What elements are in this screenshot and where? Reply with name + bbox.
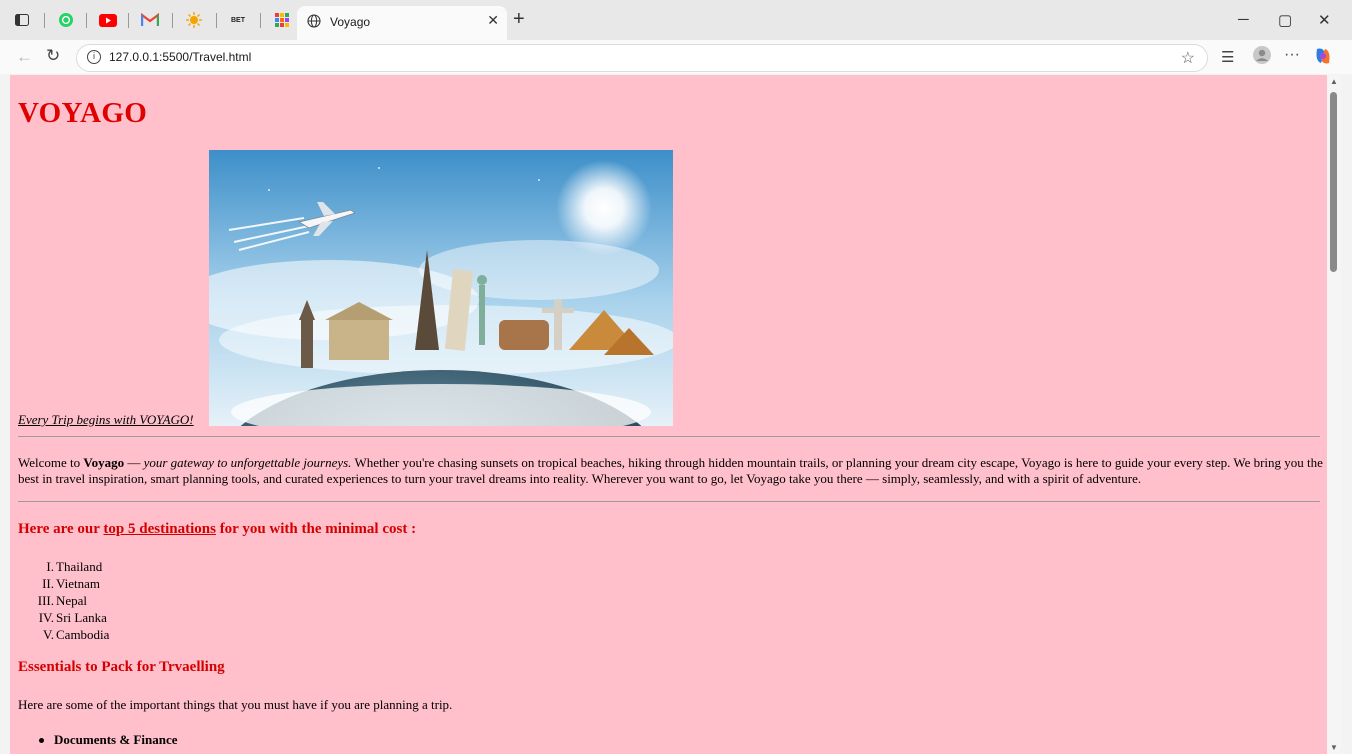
list-item-number: II. xyxy=(42,576,54,591)
page-title: VOYAGO xyxy=(18,97,148,129)
list-item-number: I. xyxy=(46,559,54,574)
top-destinations-link[interactable]: top 5 destinations xyxy=(103,521,216,537)
close-tab-icon[interactable]: ✕ xyxy=(487,12,499,29)
destinations-heading-pre: Here are our xyxy=(18,521,104,537)
more-menu-icon[interactable]: ··· xyxy=(1284,46,1300,64)
globe-icon xyxy=(307,14,321,28)
list-item-name: Sri Lanka xyxy=(56,610,107,625)
copilot-icon[interactable] xyxy=(1313,47,1333,69)
list-item-name: Thailand xyxy=(56,559,103,574)
tab-title: Voyago xyxy=(330,15,371,29)
whatsapp-icon[interactable] xyxy=(56,10,76,30)
divider-top xyxy=(18,436,1320,437)
destinations-heading: Here are our top 5 destinations for you … xyxy=(18,521,416,538)
packing-item-label: Documents & Finance xyxy=(54,732,178,747)
site-info-icon[interactable]: i xyxy=(87,50,101,64)
tab-voyago[interactable]: Voyago ✕ xyxy=(297,6,507,40)
list-item-name: Nepal xyxy=(56,593,88,608)
list-item-number: V. xyxy=(43,627,54,642)
apps-grid-icon[interactable] xyxy=(272,10,292,30)
tab-strip: BET Voyago ✕ + ─ ▢ ✕ xyxy=(0,0,1352,40)
list-item-number: IV. xyxy=(38,610,54,625)
minimize-icon[interactable]: ─ xyxy=(1238,11,1249,28)
address-bar[interactable]: i 127.0.0.1:5500/Travel.html ☆ xyxy=(76,44,1208,72)
maximize-icon[interactable]: ▢ xyxy=(1278,11,1292,29)
bullet-icon xyxy=(39,737,44,743)
sun-icon[interactable] xyxy=(184,10,204,30)
scroll-up-arrow-icon[interactable]: ▲ xyxy=(1330,77,1338,86)
favorites-icon[interactable]: ☰ xyxy=(1221,48,1234,66)
reload-icon[interactable]: ↻ xyxy=(46,46,60,66)
page-viewport: VOYAGO Every Trip begins with VOYAGO! We… xyxy=(10,75,1327,754)
bet-icon[interactable]: BET xyxy=(227,10,249,30)
packing-heading: Essentials to Pack for Trvaelling xyxy=(18,659,225,675)
tagline-link[interactable]: Every Trip begins with VOYAGO! xyxy=(18,412,194,428)
divider-bottom xyxy=(18,501,1320,502)
address-row: ← ↻ i 127.0.0.1:5500/Travel.html ☆ ☰ ··· xyxy=(0,40,1352,74)
list-item-name: Vietnam xyxy=(56,576,100,591)
intro-dash: — xyxy=(124,455,144,470)
list-item-name: Cambodia xyxy=(56,627,110,642)
packing-intro: Here are some of the important things th… xyxy=(18,697,453,712)
scroll-thumb[interactable] xyxy=(1330,92,1337,272)
packing-list-item: Documents & Finance xyxy=(39,732,178,748)
back-arrow-icon[interactable]: ← xyxy=(16,47,33,67)
intro-tagline: your gateway to unforgettable journeys. xyxy=(143,455,352,470)
list-item-number: III. xyxy=(37,593,54,608)
url-text[interactable]: 127.0.0.1:5500/Travel.html xyxy=(109,50,251,64)
hero-image xyxy=(209,150,673,426)
page-scrollbar[interactable]: ▲ ▼ xyxy=(1327,75,1341,754)
intro-brand: Voyago xyxy=(83,455,125,470)
destinations-heading-post: for you with the minimal cost : xyxy=(215,521,417,537)
sidebar-toggle-icon[interactable] xyxy=(12,10,32,30)
scroll-down-arrow-icon[interactable]: ▼ xyxy=(1330,743,1338,752)
bet-icon-label: BET xyxy=(231,16,245,24)
gmail-icon[interactable] xyxy=(140,10,160,30)
favorite-star-icon[interactable]: ☆ xyxy=(1181,48,1195,68)
profile-avatar-icon[interactable] xyxy=(1253,46,1271,68)
close-window-icon[interactable]: ✕ xyxy=(1318,11,1331,29)
new-tab-icon[interactable]: + xyxy=(513,9,525,29)
intro-welcome: Welcome to xyxy=(18,455,84,470)
youtube-icon[interactable] xyxy=(98,10,118,30)
intro-paragraph: Welcome to Voyago — your gateway to unfo… xyxy=(18,455,1323,487)
